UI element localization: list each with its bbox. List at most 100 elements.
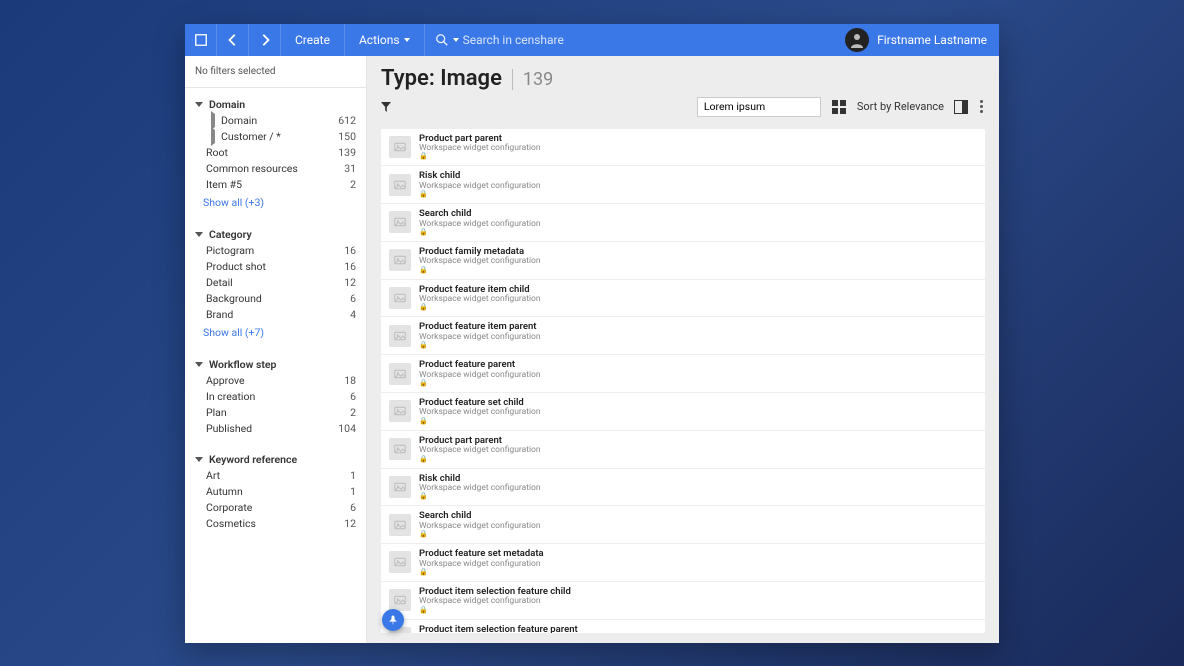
facet-count: 2 xyxy=(350,178,356,191)
facet-label: Autumn xyxy=(206,485,350,498)
actions-button[interactable]: Actions xyxy=(345,24,425,56)
result-row[interactable]: Product feature set metadataWorkspace wi… xyxy=(381,544,985,582)
facet-count: 150 xyxy=(338,130,356,143)
result-subtitle: Workspace widget configuration xyxy=(419,408,541,417)
facet-row[interactable]: Published104 xyxy=(185,421,366,437)
facet-row[interactable]: Cosmetics12 xyxy=(185,516,366,532)
facet-row[interactable]: Detail12 xyxy=(185,275,366,291)
facet-header[interactable]: Category xyxy=(185,224,366,243)
result-text: Risk childWorkspace widget configuration… xyxy=(419,474,541,501)
facet-count: 104 xyxy=(338,422,356,435)
facet-label: Item #5 xyxy=(206,178,350,191)
show-all-link[interactable]: Show all (+3) xyxy=(185,193,366,212)
thumbnail-icon xyxy=(389,325,411,347)
global-search xyxy=(425,24,834,56)
thumbnail-icon xyxy=(389,589,411,611)
result-row[interactable]: Product part parentWorkspace widget conf… xyxy=(381,129,985,167)
facet-row[interactable]: Corporate6 xyxy=(185,500,366,516)
result-count: 139 xyxy=(512,69,553,90)
thumbnail-icon xyxy=(389,514,411,536)
facet-row[interactable]: Common resources31 xyxy=(185,161,366,177)
facet-count: 6 xyxy=(350,292,356,305)
sort-dropdown[interactable]: Sort by Relevance xyxy=(857,100,944,113)
facet-row[interactable]: Product shot16 xyxy=(185,259,366,275)
grid-view-icon[interactable] xyxy=(831,99,847,115)
global-search-input[interactable] xyxy=(463,33,824,47)
facet-count: 16 xyxy=(344,260,356,273)
back-button[interactable] xyxy=(217,24,249,56)
facet-row[interactable]: Art1 xyxy=(185,468,366,484)
facet-row[interactable]: Approve18 xyxy=(185,373,366,389)
result-subtitle: Workspace widget configuration xyxy=(419,144,541,153)
panel-toggle-button[interactable] xyxy=(185,24,217,56)
result-row[interactable]: Search childWorkspace widget configurati… xyxy=(381,204,985,242)
facet-label: Customer / * xyxy=(221,130,338,143)
result-row[interactable]: Product family metadataWorkspace widget … xyxy=(381,242,985,280)
result-row[interactable]: Product feature item parentWorkspace wid… xyxy=(381,317,985,355)
pin-fab[interactable] xyxy=(382,609,404,631)
facet-label: Product shot xyxy=(206,260,344,273)
chevron-down-icon xyxy=(195,362,203,367)
topbar: Create Actions Firstname Lastname xyxy=(185,24,999,56)
result-row[interactable]: Risk childWorkspace widget configuration… xyxy=(381,166,985,204)
show-all-link[interactable]: Show all (+7) xyxy=(185,323,366,342)
result-row[interactable]: Product item selection feature childWork… xyxy=(381,582,985,620)
facet-label: In creation xyxy=(206,390,350,403)
result-row[interactable]: Risk childWorkspace widget configuration… xyxy=(381,469,985,507)
facet-title: Domain xyxy=(209,98,245,111)
chevron-right-icon xyxy=(211,130,217,143)
body: No filters selected DomainDomain612Custo… xyxy=(185,56,999,643)
result-subtitle: Workspace widget configuration xyxy=(419,257,541,266)
facet-count: 31 xyxy=(344,162,356,175)
facet-row[interactable]: Autumn1 xyxy=(185,484,366,500)
result-row[interactable]: Product feature item childWorkspace widg… xyxy=(381,280,985,318)
facet-header[interactable]: Workflow step xyxy=(185,354,366,373)
facet-row[interactable]: Brand4 xyxy=(185,307,366,323)
result-row[interactable]: Product part parentWorkspace widget conf… xyxy=(381,431,985,469)
lock-icon: 🔒 xyxy=(419,380,541,387)
facet-count: 6 xyxy=(350,390,356,403)
forward-button[interactable] xyxy=(249,24,281,56)
lock-icon: 🔒 xyxy=(419,418,541,425)
result-row[interactable]: Product feature set childWorkspace widge… xyxy=(381,393,985,431)
facet-row[interactable]: In creation6 xyxy=(185,389,366,405)
user-menu[interactable]: Firstname Lastname xyxy=(833,24,999,56)
facet-row[interactable]: Customer / *150 xyxy=(185,129,366,145)
facet-row[interactable]: Pictogram16 xyxy=(185,243,366,259)
lock-icon: 🔒 xyxy=(419,531,541,538)
facet-header[interactable]: Keyword reference xyxy=(185,449,366,468)
facet-row[interactable]: Root139 xyxy=(185,145,366,161)
more-menu-icon[interactable] xyxy=(978,100,985,113)
result-subtitle: Workspace widget configuration xyxy=(419,560,544,569)
result-row[interactable]: Product item selection feature parentWor… xyxy=(381,620,985,633)
result-text: Product feature parentWorkspace widget c… xyxy=(419,360,541,387)
thumbnail-icon xyxy=(389,438,411,460)
result-row[interactable]: Search childWorkspace widget configurati… xyxy=(381,506,985,544)
lock-icon: 🔒 xyxy=(419,304,541,311)
thumbnail-icon xyxy=(389,211,411,233)
facet-row[interactable]: Background6 xyxy=(185,291,366,307)
facet-label: Plan xyxy=(206,406,350,419)
facet-label: Brand xyxy=(206,308,350,321)
no-filters-message: No filters selected xyxy=(185,56,366,88)
chevron-down-icon xyxy=(195,102,203,107)
facet-row[interactable]: Item #52 xyxy=(185,177,366,193)
result-row[interactable]: Product feature parentWorkspace widget c… xyxy=(381,355,985,393)
detail-panel-icon[interactable] xyxy=(954,100,968,114)
facet-row[interactable]: Plan2 xyxy=(185,405,366,421)
facet-title: Keyword reference xyxy=(209,453,297,466)
result-text: Product family metadataWorkspace widget … xyxy=(419,247,541,274)
facet-count: 139 xyxy=(338,146,356,159)
result-title: Product feature set metadata xyxy=(419,549,544,559)
create-button[interactable]: Create xyxy=(281,24,345,56)
facet-label: Pictogram xyxy=(206,244,344,257)
result-subtitle: Workspace widget configuration xyxy=(419,597,571,606)
username-label: Firstname Lastname xyxy=(877,33,987,47)
results-filter-input[interactable] xyxy=(697,97,821,117)
result-title: Product item selection feature parent xyxy=(419,625,578,633)
thumbnail-icon xyxy=(389,551,411,573)
thumbnail-icon xyxy=(389,249,411,271)
filter-icon[interactable] xyxy=(381,97,391,116)
sidebar: No filters selected DomainDomain612Custo… xyxy=(185,56,367,643)
facet-header[interactable]: Domain xyxy=(185,94,366,113)
